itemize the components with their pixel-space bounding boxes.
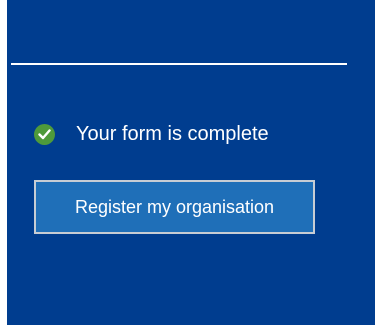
status-message: Your form is complete [76,123,269,145]
check-circle-icon [34,123,55,145]
confirmation-panel: Your form is complete Register my organi… [7,0,375,325]
page: Your form is complete Register my organi… [0,0,391,325]
register-organisation-button[interactable]: Register my organisation [34,180,315,234]
completion-status: Your form is complete [34,119,269,149]
divider [11,63,347,65]
